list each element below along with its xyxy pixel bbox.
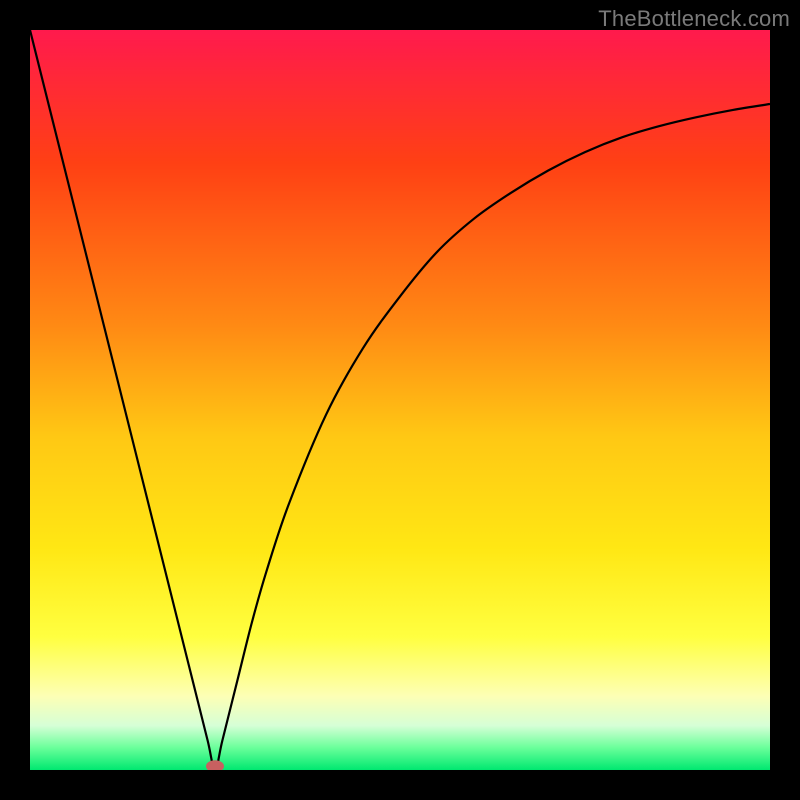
bottleneck-chart bbox=[30, 30, 770, 770]
gradient-background bbox=[30, 30, 770, 770]
attribution-text: TheBottleneck.com bbox=[598, 6, 790, 32]
chart-frame: TheBottleneck.com bbox=[0, 0, 800, 800]
